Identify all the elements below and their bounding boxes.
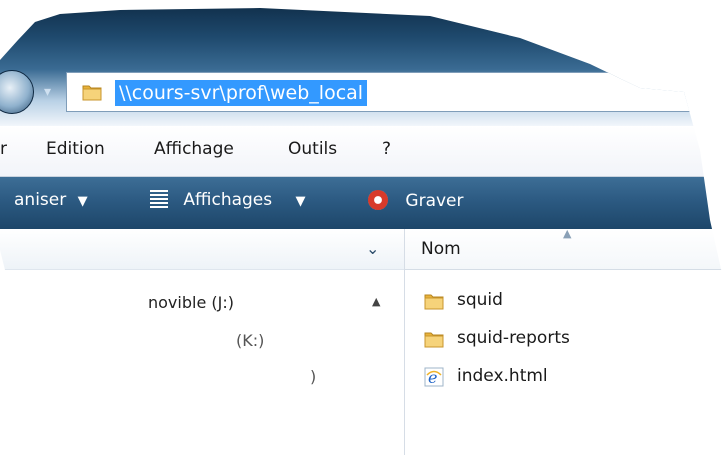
- menu-outils[interactable]: Outils: [288, 139, 337, 159]
- nav-item-drive-k[interactable]: (K:): [236, 331, 264, 350]
- burn-disc-icon: [368, 190, 388, 210]
- address-bar-region: ▾ \\cours-svr\prof\web_local: [0, 8, 728, 126]
- folder-icon: [424, 332, 444, 348]
- burn-label: Graver: [405, 191, 464, 211]
- organize-label: aniser: [14, 190, 67, 210]
- navigation-pane: ⌄ ▲ novible (J:) (K:) ): [0, 229, 405, 455]
- sort-ascending-icon: ▲: [563, 227, 572, 240]
- organize-button[interactable]: aniser ▼: [14, 190, 88, 210]
- views-icon: [150, 190, 168, 208]
- file-name: squid-reports: [457, 328, 570, 348]
- views-button[interactable]: Affichages ▼: [150, 190, 306, 210]
- ie-html-icon: e: [424, 367, 444, 387]
- nav-item-drive-partial[interactable]: ): [310, 367, 316, 386]
- address-path-text[interactable]: \\cours-svr\prof\web_local: [115, 80, 368, 106]
- menu-file[interactable]: r: [0, 139, 7, 159]
- file-name: index.html: [457, 366, 548, 386]
- address-field[interactable]: \\cours-svr\prof\web_local: [66, 72, 726, 112]
- chevron-down-icon: ▼: [295, 194, 306, 209]
- navigation-pane-header: ⌄: [0, 229, 404, 270]
- burn-button[interactable]: Graver: [368, 190, 464, 211]
- menu-affichage[interactable]: Affichage: [154, 139, 234, 159]
- menu-help[interactable]: ?: [382, 139, 391, 159]
- recent-pages-dropdown-icon[interactable]: ▾: [44, 84, 51, 100]
- file-name: squid: [457, 290, 503, 310]
- nav-item-removable-drive[interactable]: novible (J:): [148, 293, 234, 312]
- column-header-label: Nom: [421, 239, 461, 259]
- chevron-down-icon[interactable]: ⌄: [366, 239, 379, 258]
- file-list-pane: ▲ Nom squid squid-reports e index.html: [405, 227, 728, 455]
- folder-icon: [82, 85, 102, 101]
- svg-text:e: e: [428, 368, 437, 387]
- folder-icon: [424, 294, 444, 310]
- views-label: Affichages: [183, 190, 273, 210]
- column-header-name[interactable]: ▲ Nom: [405, 227, 728, 270]
- explorer-window: ▾ \\cours-svr\prof\web_local r Edition A…: [0, 8, 728, 455]
- chevron-down-icon: ▼: [77, 194, 88, 209]
- back-button[interactable]: [0, 70, 34, 114]
- command-toolbar: aniser ▼ Affichages ▼ Graver: [0, 177, 728, 229]
- menu-bar: r Edition Affichage Outils ?: [0, 126, 728, 177]
- scroll-up-icon[interactable]: ▲: [372, 295, 380, 308]
- menu-edition[interactable]: Edition: [46, 139, 105, 159]
